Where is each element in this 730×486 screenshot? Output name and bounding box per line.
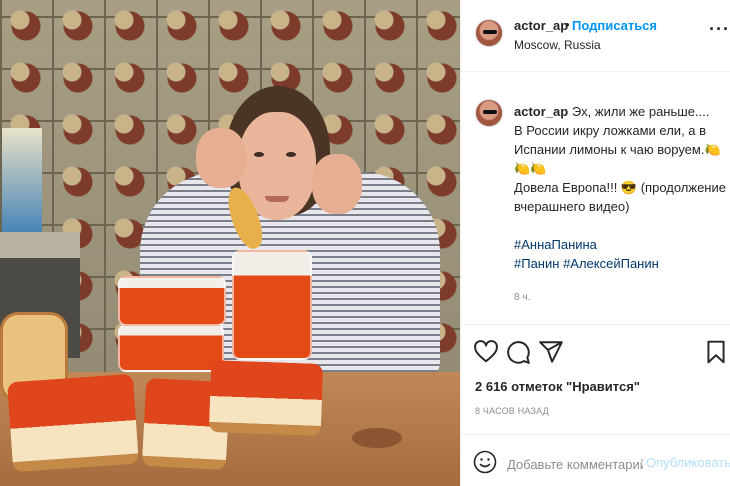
hashtag-link[interactable]: #АннаПанина: [514, 237, 597, 252]
heart-icon[interactable]: [473, 339, 499, 365]
caption-line-3: 🍋🍋: [514, 161, 547, 176]
post-actions: [461, 324, 730, 384]
photo-girl-eye-right: [286, 152, 296, 157]
caption-line-2: В России икру ложками ели, а в Испании л…: [514, 123, 721, 157]
caption-username[interactable]: actor_ap: [514, 104, 568, 119]
separator-dot: •: [565, 17, 570, 32]
author-avatar[interactable]: [475, 19, 503, 47]
publish-button[interactable]: Опубликовать: [646, 455, 730, 470]
follow-button[interactable]: Подписаться: [572, 18, 657, 33]
likes-count[interactable]: 2 616 отметок "Нравится": [475, 379, 640, 394]
hashtag-link[interactable]: #АлексейПанин: [563, 256, 659, 271]
photo-caviar-jar-bottom: [118, 324, 224, 372]
post-location[interactable]: Moscow, Russia: [514, 38, 601, 52]
photo-board-handle: [352, 428, 402, 448]
photo-caviar-jar-tall: [232, 250, 312, 360]
photo-toast-left: [7, 373, 139, 473]
bookmark-icon[interactable]: [703, 339, 729, 365]
photo-cereal-box: [2, 128, 42, 238]
post-caption: actor_ap Эх, жили же раньше.... В России…: [514, 102, 728, 273]
caption-line-1: Эх, жили же раньше....: [571, 104, 710, 119]
comment-icon[interactable]: [505, 339, 531, 365]
comment-input[interactable]: [507, 454, 643, 474]
share-icon[interactable]: [538, 339, 564, 365]
caption-time-ago: 8 ч.: [514, 292, 531, 303]
photo-hand-right: [312, 154, 362, 214]
hashtag-link[interactable]: #Панин: [514, 256, 559, 271]
post-header: actor_ap • Подписаться Moscow, Russia ··…: [461, 0, 730, 72]
photo-girl-mouth: [265, 196, 289, 202]
more-options-icon[interactable]: ···: [709, 20, 730, 38]
photo-hand-left: [196, 128, 246, 188]
comment-bar: Опубликовать: [461, 434, 730, 486]
photo-girl-eye-left: [254, 152, 264, 157]
post-side-panel: actor_ap • Подписаться Moscow, Russia ··…: [460, 0, 730, 486]
photo-caviar-jar-top: [118, 276, 226, 326]
post-photo[interactable]: [0, 0, 460, 486]
emoji-icon[interactable]: [473, 450, 497, 474]
caption-avatar[interactable]: [475, 99, 503, 127]
photo-shelf: [0, 232, 80, 258]
photo-toast-right: [208, 360, 324, 436]
caption-line-4: Довела Европа!!! 😎 (продолжение вчерашне…: [514, 180, 726, 214]
posted-time[interactable]: 8 часов назад: [475, 406, 549, 416]
author-username[interactable]: actor_ap: [514, 18, 568, 33]
caption-gap: [514, 216, 728, 235]
